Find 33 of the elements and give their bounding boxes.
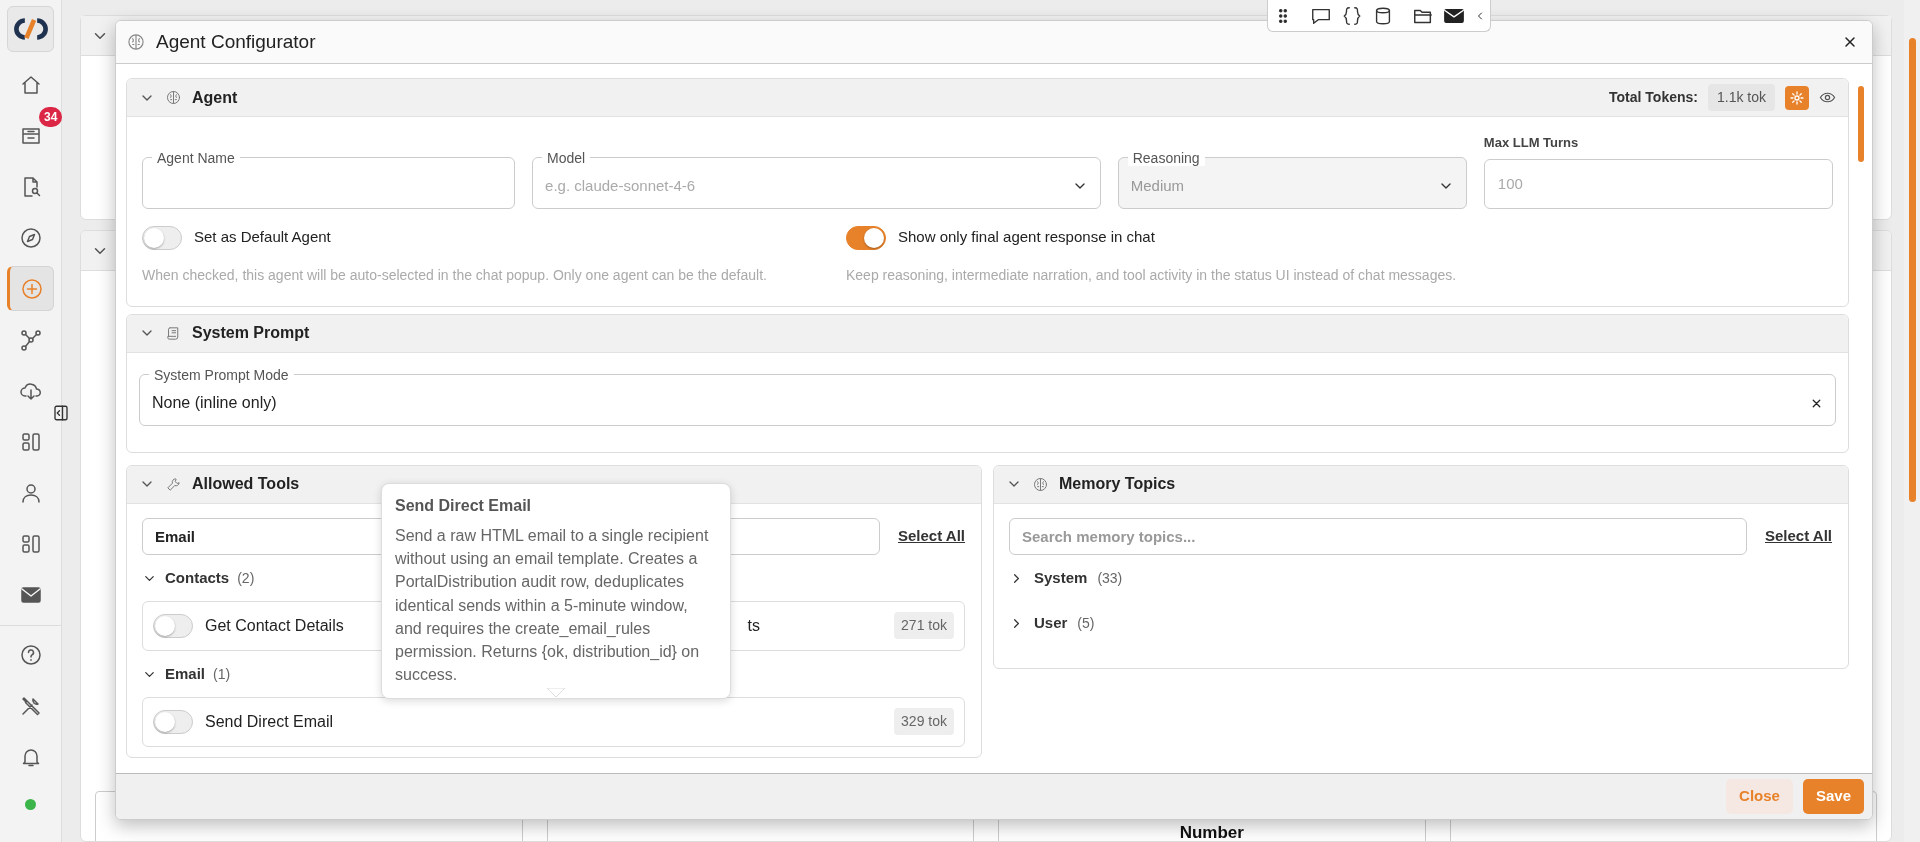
topic-name: System <box>1034 568 1088 589</box>
topic-count: (33) <box>1097 569 1123 588</box>
token-count: 271 tok <box>894 612 954 639</box>
group-count: (1) <box>213 665 231 684</box>
tooltip-text: Send a raw HTML email to a single recipient without using an email template. Creates a PortalDistribution audit row, deduplicates identical sends within a 5-minute window, and requires the create_email_rules permission. Returns {ok, distribution_id} on success. <box>395 526 710 686</box>
topic-count: (5) <box>1077 614 1095 633</box>
dialog-title: Agent Configurator <box>156 29 316 54</box>
group-count: (2) <box>237 569 255 588</box>
section-title: Agent <box>192 87 238 108</box>
group-title: Email <box>165 664 206 685</box>
notification-badge: 34 <box>39 107 63 127</box>
field-label: Model <box>546 149 587 166</box>
field-label: Reasoning <box>1127 149 1205 166</box>
tool-name: Get Contact Details <box>205 615 344 636</box>
section-title: Memory Topics <box>1059 474 1176 494</box>
tooltip-title: Send Direct Email <box>395 496 533 516</box>
tool-name: ts <box>747 615 760 636</box>
topic-name: User <box>1034 613 1068 634</box>
section-title: Allowed Tools <box>192 474 300 494</box>
help-text: Keep reasoning, intermediate narration, and tool activity in the status UI instead of chat messages. <box>846 265 1458 285</box>
toggle-label: Show only final agent response in chat <box>898 227 1155 248</box>
tool-name: Send Direct Email <box>205 711 334 732</box>
toggle-label: Set as Default Agent <box>194 227 331 248</box>
help-text: When checked, this agent will be auto-selected in the chat popup. Only one agent can be the default. <box>142 265 768 285</box>
token-count: 329 tok <box>894 708 954 735</box>
column-heading: Number <box>1179 823 1244 841</box>
field-label: Max LLM Turns <box>1483 134 1580 152</box>
group-title: Contacts <box>165 568 230 589</box>
token-count: 1.1k tok <box>1707 84 1775 111</box>
token-label: Total Tokens: <box>1609 88 1698 107</box>
field-label: Agent Name <box>156 149 236 166</box>
field-label: System Prompt Mode <box>153 366 290 383</box>
section-title: System Prompt <box>192 323 310 343</box>
